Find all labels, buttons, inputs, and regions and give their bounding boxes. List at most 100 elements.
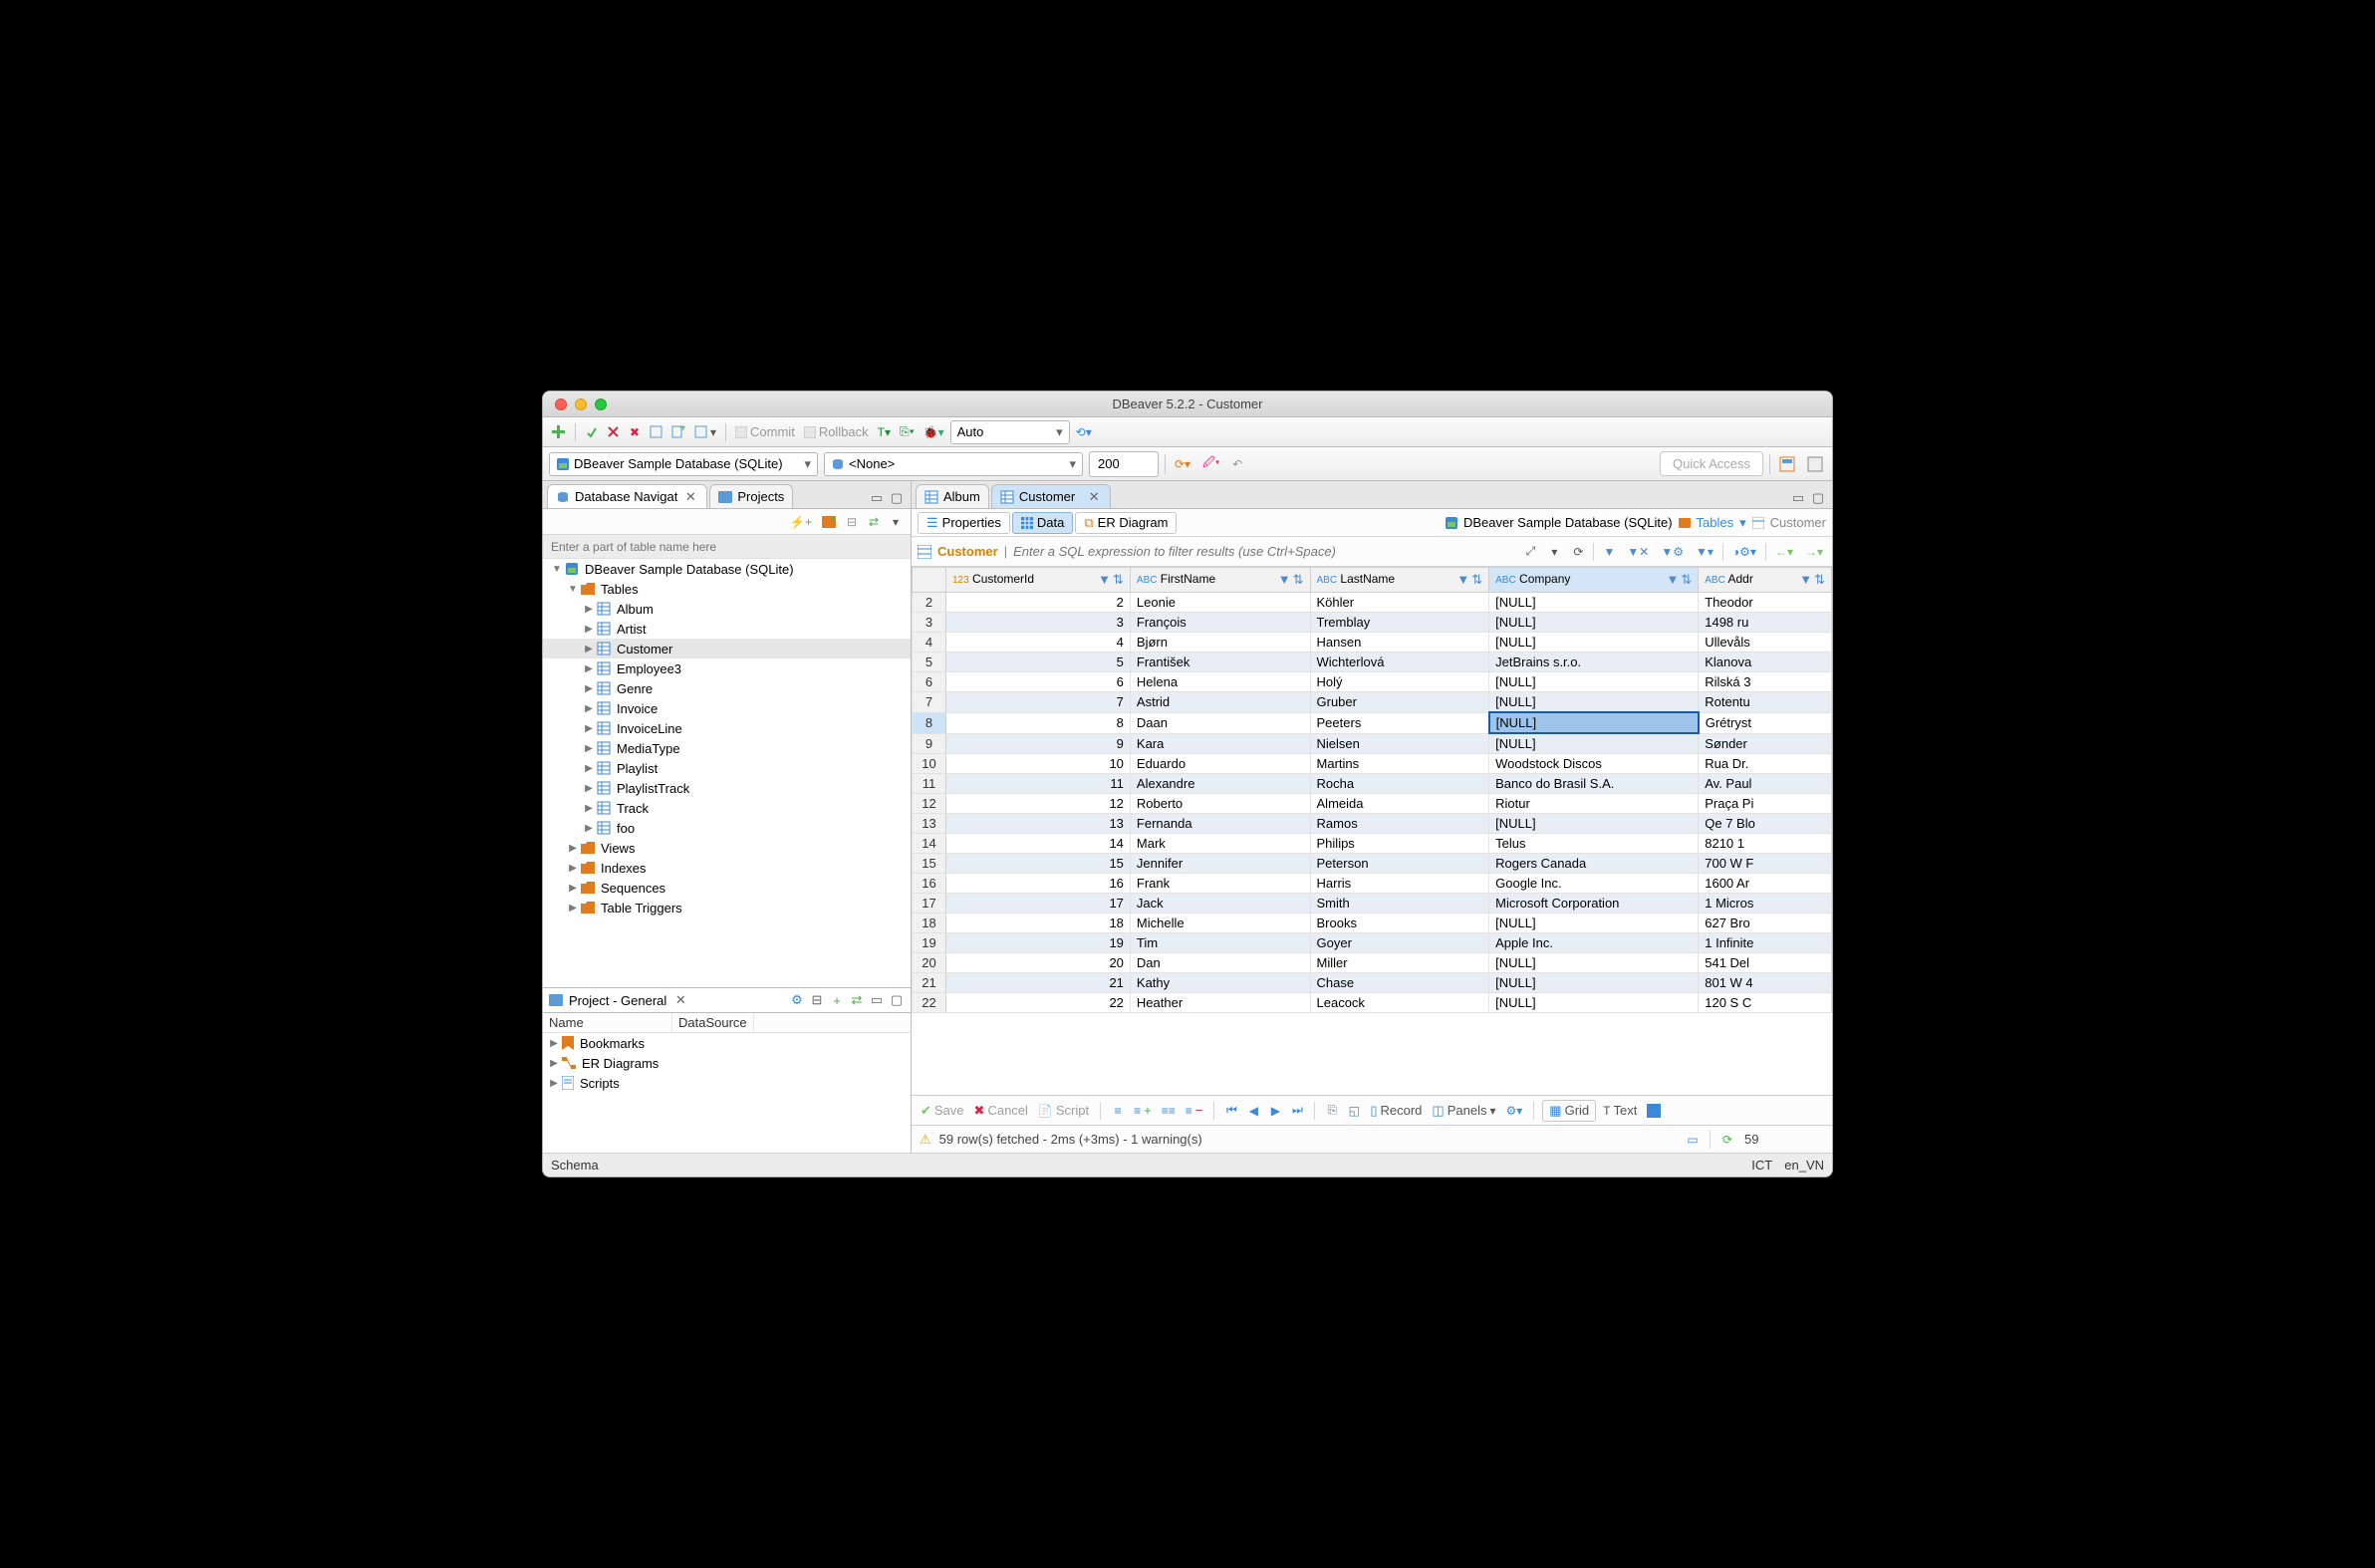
tree-twisty-icon[interactable]: ▶ bbox=[568, 903, 578, 914]
row-number-cell[interactable]: 4 bbox=[913, 633, 946, 653]
cell-address[interactable]: 1 Infinite bbox=[1699, 933, 1832, 953]
cell-customerid[interactable]: 16 bbox=[946, 874, 1131, 894]
project-item-er-diagrams[interactable]: ▶ER Diagrams bbox=[543, 1053, 911, 1073]
cancel-button[interactable]: ✖ Cancel bbox=[971, 1100, 1031, 1122]
cell-address[interactable]: Ullevåls bbox=[1699, 633, 1832, 653]
tree-item-invoice[interactable]: ▶Invoice bbox=[543, 698, 911, 718]
project-item-bookmarks[interactable]: ▶Bookmarks bbox=[543, 1033, 911, 1053]
tree-item-indexes[interactable]: ▶Indexes bbox=[543, 858, 911, 878]
cell-address[interactable]: Grétryst bbox=[1699, 712, 1832, 733]
config-icon[interactable]: ⚙▾ bbox=[1503, 1100, 1526, 1122]
new-sql-icon[interactable]: + bbox=[668, 421, 688, 443]
row-number-cell[interactable]: 22 bbox=[913, 993, 946, 1013]
next-page-icon[interactable]: ▶ bbox=[1266, 1100, 1284, 1122]
cell-lastname[interactable]: Martins bbox=[1310, 754, 1489, 774]
cell-customerid[interactable]: 4 bbox=[946, 633, 1131, 653]
column-header-addr[interactable]: ABC Addr▼⇅ bbox=[1699, 568, 1832, 593]
subtab-er-diagram[interactable]: ⧉ER Diagram bbox=[1075, 512, 1177, 534]
cell-firstname[interactable]: Kathy bbox=[1130, 973, 1310, 993]
minimize-editor-icon[interactable]: ▭ bbox=[1790, 490, 1806, 506]
cell-company[interactable]: [NULL] bbox=[1489, 672, 1699, 692]
panels-button[interactable]: ◫ Panels ▾ bbox=[1429, 1100, 1498, 1122]
row-number-cell[interactable]: 3 bbox=[913, 613, 946, 633]
nav-back-icon[interactable]: ←▾ bbox=[1772, 541, 1796, 563]
table-row[interactable]: 1010EduardoMartinsWoodstock DiscosRua Dr… bbox=[913, 754, 1832, 774]
cell-lastname[interactable]: Gruber bbox=[1310, 692, 1489, 713]
table-row[interactable]: 1616FrankHarrisGoogle Inc.1600 Ar bbox=[913, 874, 1832, 894]
cell-customerid[interactable]: 11 bbox=[946, 774, 1131, 794]
sort-column-icon[interactable]: ⇅ bbox=[1471, 572, 1482, 588]
cell-lastname[interactable]: Wichterlová bbox=[1310, 653, 1489, 672]
cell-address[interactable]: Praça Pi bbox=[1699, 794, 1832, 814]
link-proj-icon[interactable]: ⇄ bbox=[849, 992, 865, 1008]
row-number-cell[interactable]: 12 bbox=[913, 794, 946, 814]
row-number-cell[interactable]: 17 bbox=[913, 894, 946, 914]
refs-icon[interactable]: ◱ bbox=[1345, 1100, 1363, 1122]
recent-sql-icon[interactable]: ▾ bbox=[691, 421, 719, 443]
row-number-cell[interactable]: 8 bbox=[913, 712, 946, 733]
database-tree[interactable]: ▼DBeaver Sample Database (SQLite)▼Tables… bbox=[543, 559, 911, 987]
filter-input[interactable] bbox=[1013, 541, 1515, 563]
cell-firstname[interactable]: Michelle bbox=[1130, 914, 1310, 933]
new-proj-item-icon[interactable]: + bbox=[829, 992, 845, 1008]
cell-lastname[interactable]: Peterson bbox=[1310, 854, 1489, 874]
cell-lastname[interactable]: Almeida bbox=[1310, 794, 1489, 814]
tree-item-customer[interactable]: ▶Customer bbox=[543, 639, 911, 658]
column-header-customerid[interactable]: 123 CustomerId▼⇅ bbox=[946, 568, 1131, 593]
cell-lastname[interactable]: Philips bbox=[1310, 834, 1489, 854]
cell-customerid[interactable]: 20 bbox=[946, 953, 1131, 973]
tree-twisty-icon[interactable]: ▶ bbox=[584, 604, 594, 615]
cell-firstname[interactable]: Jennifer bbox=[1130, 854, 1310, 874]
cell-customerid[interactable]: 13 bbox=[946, 814, 1131, 834]
cell-company[interactable]: [NULL] bbox=[1489, 613, 1699, 633]
cell-company[interactable]: Microsoft Corporation bbox=[1489, 894, 1699, 914]
tree-twisty-icon[interactable]: ▶ bbox=[568, 863, 578, 874]
cell-lastname[interactable]: Goyer bbox=[1310, 933, 1489, 953]
extra-mode-icon[interactable] bbox=[1644, 1100, 1664, 1122]
tree-twisty-icon[interactable]: ▶ bbox=[568, 843, 578, 854]
filter-column-icon[interactable]: ▼ bbox=[1278, 572, 1291, 588]
tree-twisty-icon[interactable]: ▶ bbox=[584, 644, 594, 654]
grid-mode-button[interactable]: ▦ Grid bbox=[1542, 1100, 1596, 1122]
zoom-window-button[interactable] bbox=[595, 398, 607, 410]
cell-firstname[interactable]: François bbox=[1130, 613, 1310, 633]
new-connection-icon[interactable] bbox=[549, 421, 569, 443]
cell-address[interactable]: Klanova bbox=[1699, 653, 1832, 672]
table-row[interactable]: 33FrançoisTremblay[NULL]1498 ru bbox=[913, 613, 1832, 633]
tree-item-tables[interactable]: ▼Tables bbox=[543, 579, 911, 599]
tree-twisty-icon[interactable]: ▶ bbox=[584, 703, 594, 714]
cell-company[interactable]: [NULL] bbox=[1489, 814, 1699, 834]
tree-item-dbeaver-sample-database-sqlite-[interactable]: ▼DBeaver Sample Database (SQLite) bbox=[543, 559, 911, 579]
cell-customerid[interactable]: 3 bbox=[946, 613, 1131, 633]
cell-company[interactable]: [NULL] bbox=[1489, 712, 1699, 733]
history-icon[interactable]: ⟲▾ bbox=[1073, 421, 1095, 443]
script-button[interactable]: 📄 Script bbox=[1035, 1100, 1092, 1122]
row-number-cell[interactable]: 6 bbox=[913, 672, 946, 692]
cell-lastname[interactable]: Ramos bbox=[1310, 814, 1489, 834]
expand-filter-icon[interactable]: ⤢ bbox=[1521, 541, 1539, 563]
cell-company[interactable]: Rogers Canada bbox=[1489, 854, 1699, 874]
prev-page-icon[interactable]: ◀ bbox=[1244, 1100, 1262, 1122]
tree-twisty-icon[interactable]: ▼ bbox=[552, 564, 562, 575]
table-row[interactable]: 1212RobertoAlmeidaRioturPraça Pi bbox=[913, 794, 1832, 814]
close-tab-icon[interactable]: ✕ bbox=[682, 489, 698, 505]
cell-firstname[interactable]: Mark bbox=[1130, 834, 1310, 854]
cell-lastname[interactable]: Hansen bbox=[1310, 633, 1489, 653]
maximize-editor-icon[interactable]: ▢ bbox=[1810, 490, 1826, 506]
cell-lastname[interactable]: Peeters bbox=[1310, 712, 1489, 733]
tab-database-navigator[interactable]: Database Navigat ✕ bbox=[547, 484, 707, 508]
filter-history-icon[interactable]: ▾ bbox=[1545, 541, 1563, 563]
cell-company[interactable]: Apple Inc. bbox=[1489, 933, 1699, 953]
cell-firstname[interactable]: Bjørn bbox=[1130, 633, 1310, 653]
row-number-cell[interactable]: 9 bbox=[913, 733, 946, 754]
cell-lastname[interactable]: Nielsen bbox=[1310, 733, 1489, 754]
column-header-lastname[interactable]: ABC LastName▼⇅ bbox=[1310, 568, 1489, 593]
cell-lastname[interactable]: Brooks bbox=[1310, 914, 1489, 933]
apply-filter-icon[interactable]: ⟳ bbox=[1569, 541, 1587, 563]
tree-item-views[interactable]: ▶Views bbox=[543, 838, 911, 858]
row-number-cell[interactable]: 20 bbox=[913, 953, 946, 973]
table-row[interactable]: 1919TimGoyerApple Inc.1 Infinite bbox=[913, 933, 1832, 953]
data-grid[interactable]: 123 CustomerId▼⇅ABC FirstName▼⇅ABC LastN… bbox=[912, 567, 1832, 1095]
tx-log-icon[interactable]: ⎘▾ bbox=[897, 421, 918, 443]
tree-item-foo[interactable]: ▶foo bbox=[543, 818, 911, 838]
